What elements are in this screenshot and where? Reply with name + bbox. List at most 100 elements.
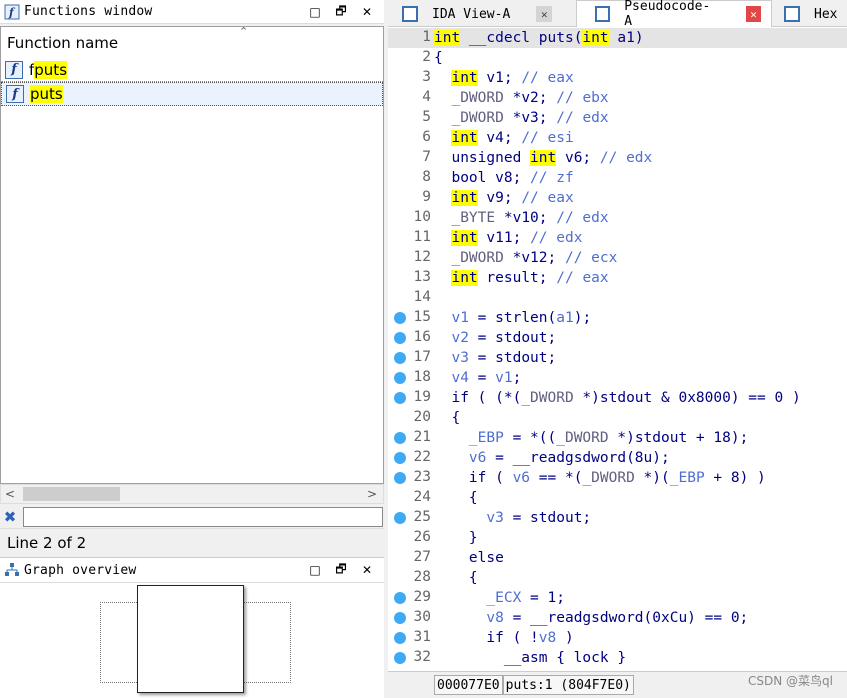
line-gutter[interactable]: 32 [388, 648, 434, 668]
line-gutter[interactable]: 10 [388, 208, 434, 228]
scroll-left-icon[interactable]: < [1, 485, 19, 503]
column-header-function-name[interactable]: Function name ⌃ [1, 27, 383, 58]
code-line[interactable]: 4 _DWORD *v2; // ebx [388, 88, 847, 108]
code-line[interactable]: 14 [388, 288, 847, 308]
line-gutter[interactable]: 14 [388, 288, 434, 308]
line-gutter[interactable]: 21 [388, 428, 434, 448]
function-row-puts[interactable]: f puts [1, 82, 383, 106]
clear-filter-icon[interactable]: ✖ [0, 508, 20, 526]
code-line[interactable]: 5 _DWORD *v3; // edx [388, 108, 847, 128]
float-icon[interactable]: 🗗 [328, 561, 354, 579]
function-list[interactable]: Function name ⌃ f fputs f puts [0, 26, 384, 484]
breakpoint-dot-icon[interactable] [394, 352, 406, 364]
line-gutter[interactable]: 12 [388, 248, 434, 268]
code-line[interactable]: 8 bool v8; // zf [388, 168, 847, 188]
filter-input[interactable] [23, 507, 383, 527]
breakpoint-dot-icon[interactable] [394, 632, 406, 644]
close-icon[interactable]: ✕ [354, 3, 380, 21]
line-gutter[interactable]: 28 [388, 568, 434, 588]
line-gutter[interactable]: 29 [388, 588, 434, 608]
code-line[interactable]: 3 int v1; // eax [388, 68, 847, 88]
function-row-fputs[interactable]: f fputs [1, 58, 383, 82]
code-line[interactable]: 27 else [388, 548, 847, 568]
line-gutter[interactable]: 4 [388, 88, 434, 108]
line-gutter[interactable]: 26 [388, 528, 434, 548]
line-gutter[interactable]: 1 [388, 28, 434, 48]
line-gutter[interactable]: 30 [388, 608, 434, 628]
code-line[interactable]: 9 int v9; // eax [388, 188, 847, 208]
line-gutter[interactable]: 23 [388, 468, 434, 488]
code-line[interactable]: 30 v8 = __readgsdword(0xCu) == 0; [388, 608, 847, 628]
breakpoint-dot-icon[interactable] [394, 312, 406, 324]
line-gutter[interactable]: 31 [388, 628, 434, 648]
line-gutter[interactable]: 9 [388, 188, 434, 208]
code-line[interactable]: 20 { [388, 408, 847, 428]
line-gutter[interactable]: 22 [388, 448, 434, 468]
line-gutter[interactable]: 17 [388, 348, 434, 368]
line-gutter[interactable]: 16 [388, 328, 434, 348]
scroll-thumb[interactable] [23, 487, 120, 501]
breakpoint-dot-icon[interactable] [394, 332, 406, 344]
code-line[interactable]: 29 _ECX = 1; [388, 588, 847, 608]
line-gutter[interactable]: 18 [388, 368, 434, 388]
close-icon[interactable]: ✕ [354, 561, 380, 579]
code-line[interactable]: 26 } [388, 528, 847, 548]
horizontal-scrollbar[interactable]: < > [0, 484, 384, 504]
code-line[interactable]: 17 v3 = stdout; [388, 348, 847, 368]
breakpoint-dot-icon[interactable] [394, 512, 406, 524]
breakpoint-dot-icon[interactable] [394, 452, 406, 464]
code-line[interactable]: 11 int v11; // edx [388, 228, 847, 248]
graph-viewport[interactable] [137, 585, 244, 693]
line-gutter[interactable]: 13 [388, 268, 434, 288]
code-line[interactable]: 25 v3 = stdout; [388, 508, 847, 528]
breakpoint-dot-icon[interactable] [394, 652, 406, 664]
breakpoint-dot-icon[interactable] [394, 612, 406, 624]
breakpoint-dot-icon[interactable] [394, 372, 406, 384]
code-line[interactable]: 28 { [388, 568, 847, 588]
scroll-right-icon[interactable]: > [363, 485, 381, 503]
line-gutter[interactable]: 8 [388, 168, 434, 188]
line-gutter[interactable]: 24 [388, 488, 434, 508]
line-gutter[interactable]: 15 [388, 308, 434, 328]
graph-overview-canvas[interactable] [0, 583, 384, 698]
tab-pseudocode[interactable]: Pseudocode-A ✕ [576, 0, 772, 29]
code-line[interactable]: 23 if ( v6 == *(_DWORD *)(_EBP + 8) ) [388, 468, 847, 488]
float-icon[interactable]: 🗗 [328, 3, 354, 21]
code-line[interactable]: 19 if ( (*(_DWORD *)stdout & 0x8000) == … [388, 388, 847, 408]
code-line[interactable]: 21 _EBP = *((_DWORD *)stdout + 18); [388, 428, 847, 448]
close-icon[interactable]: ✕ [746, 6, 761, 22]
line-gutter[interactable]: 20 [388, 408, 434, 428]
code-line[interactable]: 13 int result; // eax [388, 268, 847, 288]
pseudocode-view[interactable]: 1 int __cdecl puts(int a1) 2{3 int v1; // … [388, 27, 847, 671]
code-line[interactable]: 16 v2 = stdout; [388, 328, 847, 348]
line-gutter[interactable]: 5 [388, 108, 434, 128]
line-gutter[interactable]: 6 [388, 128, 434, 148]
tab-hex-view[interactable]: Hex [784, 1, 837, 27]
line-gutter[interactable]: 11 [388, 228, 434, 248]
code-line[interactable]: 12 _DWORD *v12; // ecx [388, 248, 847, 268]
line-gutter[interactable]: 2 [388, 48, 434, 68]
line-gutter[interactable]: 27 [388, 548, 434, 568]
breakpoint-dot-icon[interactable] [394, 392, 406, 404]
code-line[interactable]: 22 v6 = __readgsdword(8u); [388, 448, 847, 468]
tab-ida-view[interactable]: IDA View-A ✕ [402, 1, 553, 27]
restore-icon[interactable]: □ [302, 561, 328, 579]
code-line[interactable]: 24 { [388, 488, 847, 508]
code-line[interactable]: 10 _BYTE *v10; // edx [388, 208, 847, 228]
close-icon[interactable]: ✕ [536, 6, 553, 22]
code-line[interactable]: 15 v1 = strlen(a1); [388, 308, 847, 328]
line-gutter[interactable]: 25 [388, 508, 434, 528]
code-line[interactable]: 1 int __cdecl puts(int a1) [388, 28, 847, 48]
line-gutter[interactable]: 3 [388, 68, 434, 88]
code-line[interactable]: 6 int v4; // esi [388, 128, 847, 148]
restore-icon[interactable]: □ [302, 3, 328, 21]
line-gutter[interactable]: 19 [388, 388, 434, 408]
breakpoint-dot-icon[interactable] [394, 592, 406, 604]
line-gutter[interactable]: 7 [388, 148, 434, 168]
code-line[interactable]: 7 unsigned int v6; // edx [388, 148, 847, 168]
code-line[interactable]: 32 __asm { lock } [388, 648, 847, 668]
code-line[interactable]: 18 v4 = v1; [388, 368, 847, 388]
code-line[interactable]: 31 if ( !v8 ) [388, 628, 847, 648]
breakpoint-dot-icon[interactable] [394, 472, 406, 484]
code-line[interactable]: 2{ [388, 48, 847, 68]
